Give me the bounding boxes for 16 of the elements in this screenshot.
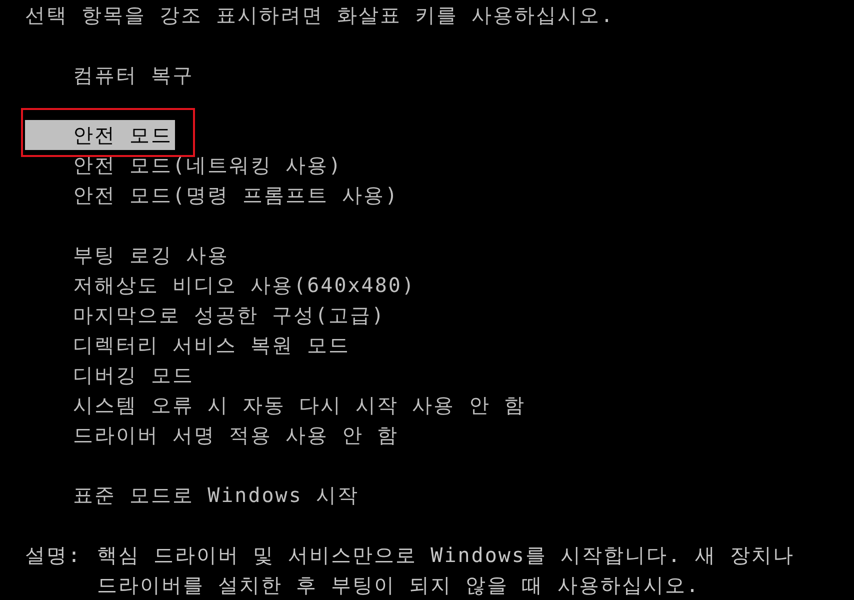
boot-option[interactable]: 저해상도 비디오 사용(640x480) [25,270,418,300]
boot-option[interactable]: 시스템 오류 시 자동 다시 시작 사용 안 함 [25,390,528,420]
description-text: 드라이버를 설치한 후 부팅이 되지 않을 때 사용하십시오. [97,572,700,599]
boot-option[interactable]: 마지막으로 성공한 구성(고급) [25,300,388,330]
boot-option[interactable]: 드라이버 서명 적용 사용 안 함 [25,420,401,450]
description-label: 설명: [25,543,82,567]
boot-option[interactable]: 안전 모드(네트워킹 사용) [25,150,344,180]
instruction-text: 선택 항목을 강조 표시하려면 화살표 키를 사용하십시오. [25,2,614,29]
boot-option[interactable]: 표준 모드로 Windows 시작 [25,480,361,510]
boot-option[interactable]: 안전 모드(명령 프롬프트 사용) [25,180,401,210]
boot-option[interactable]: 컴퓨터 복구 [25,60,196,90]
boot-option[interactable]: 안전 모드 [25,120,175,150]
description-text: 핵심 드라이버 및 서비스만으로 Windows를 시작합니다. 새 장치나 [97,542,795,569]
boot-option[interactable]: 디렉터리 서비스 복원 모드 [25,330,352,360]
boot-option[interactable]: 부팅 로깅 사용 [25,240,232,270]
boot-option[interactable]: 디버깅 모드 [25,360,196,390]
